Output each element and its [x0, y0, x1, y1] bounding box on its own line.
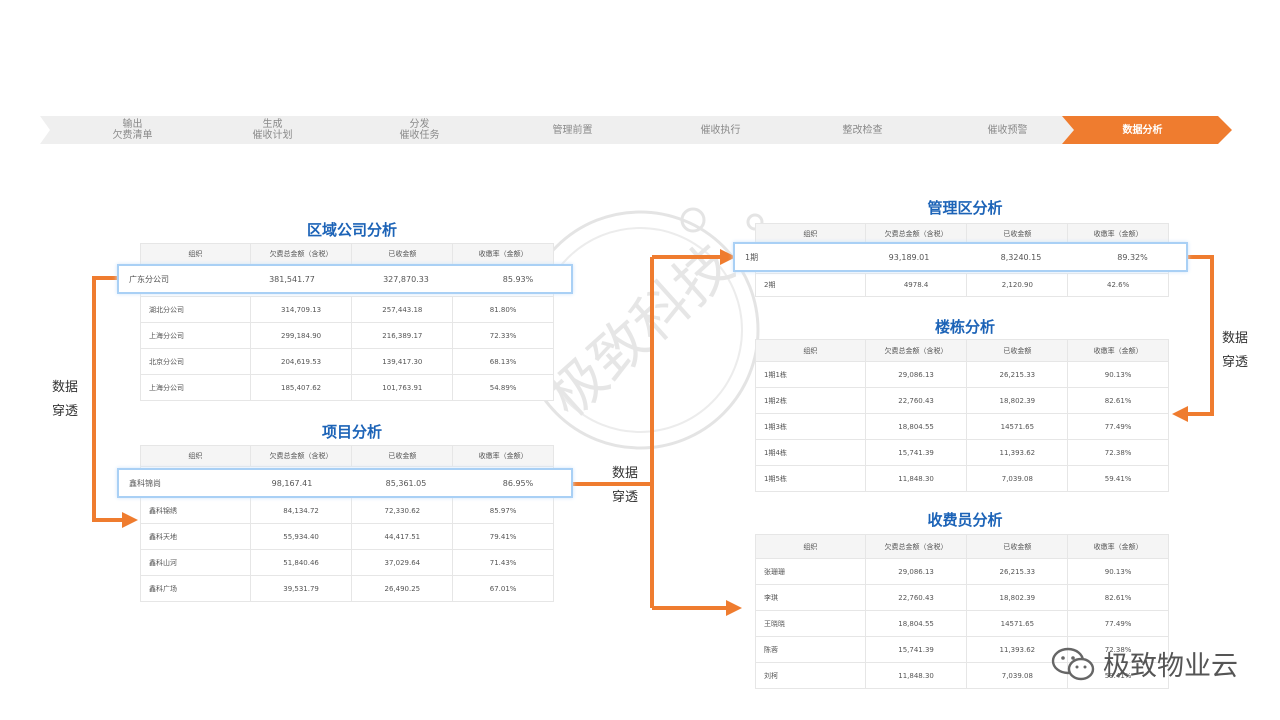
col-header-collected: 已收金额 — [351, 243, 454, 265]
table-row[interactable]: 上海分公司 299,184.90 216,389.17 72.33% — [140, 322, 554, 349]
arrow-to-collector — [726, 600, 742, 616]
table-row[interactable]: 王晓晓 18,804.55 14571.65 77.49% — [755, 610, 1169, 637]
project-analysis-title: 项目分析 — [321, 423, 382, 441]
brand-name: 极致物业云 — [1103, 651, 1238, 682]
table-row[interactable]: 1期1栋 29,086.13 26,215.33 90.13% — [755, 361, 1169, 388]
col-header-rate: 收缴率（金额） — [452, 243, 554, 265]
table-row[interactable]: 1期5栋 11,848.30 7,039.08 59.41% — [755, 465, 1169, 492]
building-table: 组织 欠费总金额（含税） 已收金额 收缴率（金额） 1期1栋 29,086.13 26,2… — [755, 339, 1169, 492]
regional-highlight-row[interactable]: 广东分公司 381,541.77 327,870.33 85.93% — [117, 264, 573, 294]
table-row[interactable]: 1期3栋 18,804.55 14571.65 77.49% — [755, 413, 1169, 440]
table-row[interactable]: 2期 4978.4 2,120.90 42.6% — [755, 273, 1169, 297]
table-row[interactable]: 1期4栋 15,741.39 11,393.62 72.38% — [755, 439, 1169, 466]
col-header-total: 欠费总金额（含税） — [249, 243, 353, 265]
arrow-to-building — [1172, 406, 1188, 422]
table-row[interactable]: 1期2栋 22,760.43 18,802.39 82.61% — [755, 387, 1169, 414]
project-highlight-row[interactable]: 鑫科锦尚 98,167.41 85,361.05 86.95% — [117, 468, 573, 498]
management-highlight-row[interactable]: 1期 93,189.01 8,3240.15 89.32% — [733, 242, 1188, 272]
table-row[interactable]: 鑫科锦绣 84,134.72 72,330.62 85.97% — [140, 497, 554, 524]
table-row[interactable]: 鑫科山河 51,840.46 37,029.64 71.43% — [140, 549, 554, 576]
drill-label-left: 数据 穿透 — [52, 380, 79, 419]
table-row[interactable]: 北京分公司 204,619.53 139,417.30 68.13% — [140, 348, 554, 375]
table-row[interactable]: 张珊珊 29,086.13 26,215.33 90.13% — [755, 558, 1169, 585]
regional-analysis-title: 区域公司分析 — [306, 221, 397, 239]
wechat-icon — [1051, 647, 1095, 680]
brand-logo: 极致物业云 — [1051, 644, 1238, 683]
arrow-to-project — [122, 512, 138, 528]
table-row[interactable]: 上海分公司 185,407.62 101,763.91 54.89% — [140, 374, 554, 401]
table-row[interactable]: 李琪 22,760.43 18,802.39 82.61% — [755, 584, 1169, 611]
management-analysis-title: 管理区分析 — [927, 199, 1003, 217]
drill-label-center: 数据 穿透 — [612, 466, 639, 505]
collector-analysis-title: 收费员分析 — [927, 511, 1003, 529]
table-row[interactable]: 鑫科天地 55,934.40 44,417.51 79.41% — [140, 523, 554, 550]
drill-label-right: 数据 穿透 — [1222, 331, 1249, 370]
table-row[interactable]: 鑫科广场 39,531.79 26,490.25 67.01% — [140, 575, 554, 602]
table-row[interactable]: 湖北分公司 314,709.13 257,443.18 81.80% — [140, 296, 554, 323]
col-header-org: 组织 — [140, 243, 251, 265]
building-analysis-title: 楼栋分析 — [934, 318, 995, 336]
